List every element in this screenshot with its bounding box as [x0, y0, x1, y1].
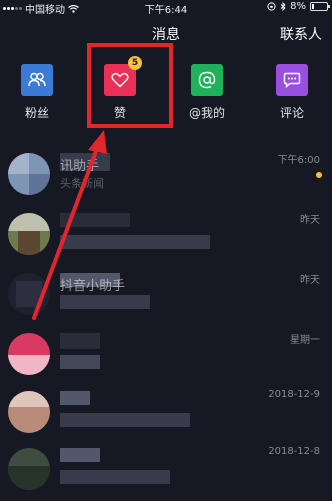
annotation-arrow: [32, 130, 107, 320]
